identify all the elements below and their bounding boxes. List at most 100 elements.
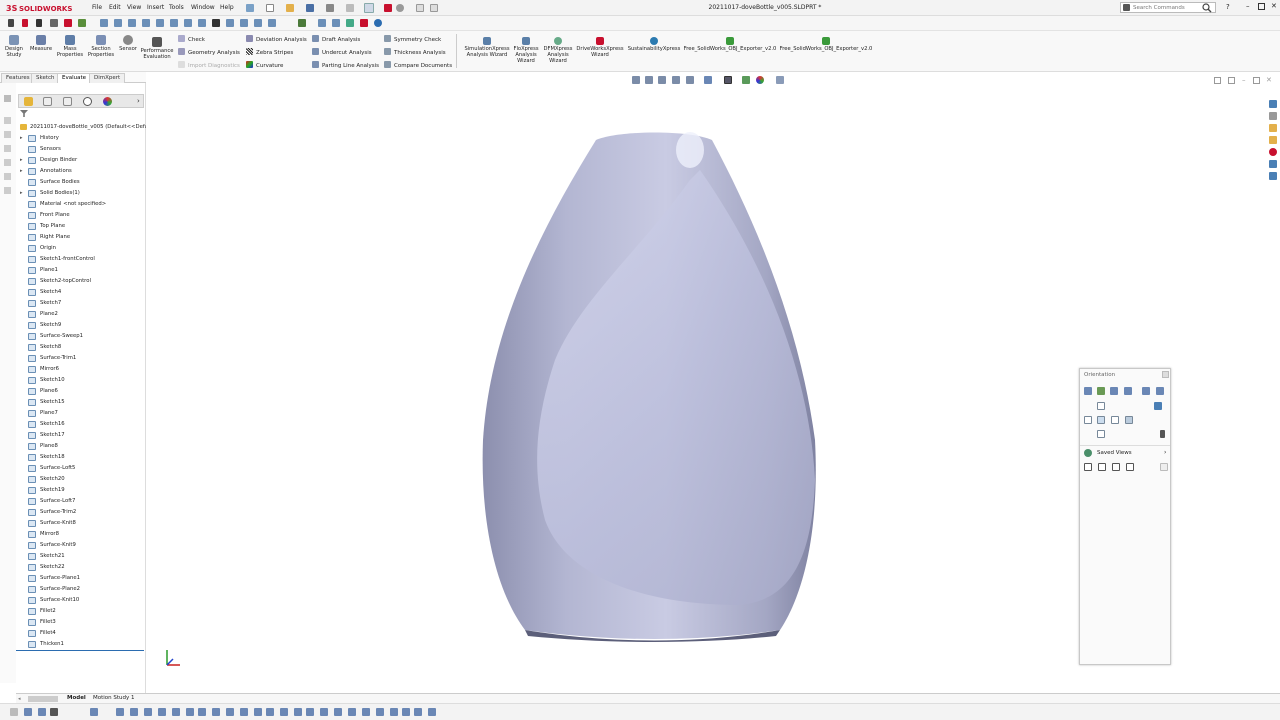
tree-item[interactable]: Material <not specified> — [20, 199, 146, 210]
menu-view[interactable]: View — [127, 4, 141, 11]
appearances-icon[interactable] — [1269, 148, 1277, 156]
status-tool-icon[interactable] — [390, 708, 398, 716]
status-tool-icon[interactable] — [226, 708, 234, 716]
tree-item[interactable]: Sketch22 — [20, 562, 146, 573]
status-tool-icon[interactable] — [158, 708, 166, 716]
home-icon[interactable] — [1269, 100, 1277, 108]
parting-line-analysis-button[interactable]: Parting Line Analysis — [312, 61, 379, 69]
menu-window[interactable]: Window — [191, 4, 215, 11]
view-option-icon[interactable] — [1124, 387, 1132, 395]
zoom-to-fit-icon[interactable] — [632, 76, 640, 84]
open-folder-icon[interactable] — [286, 4, 294, 12]
tab-evaluate[interactable]: Evaluate — [57, 73, 92, 83]
tool-icon[interactable] — [346, 19, 354, 27]
tree-item[interactable]: Sketch9 — [20, 320, 146, 331]
tree-item[interactable]: Mirror6 — [20, 364, 146, 375]
status-tool-icon[interactable] — [116, 708, 124, 716]
thickness-analysis-button[interactable]: Thickness Analysis — [384, 48, 446, 56]
feature-manager-icon[interactable] — [24, 97, 33, 106]
hide-show-icon[interactable] — [742, 76, 750, 84]
tree-item[interactable]: Surface-Loft5 — [20, 463, 146, 474]
tool-icon[interactable] — [240, 19, 248, 27]
strip-icon[interactable] — [4, 187, 11, 194]
status-tool-icon[interactable] — [130, 708, 138, 716]
status-tool-icon[interactable] — [240, 708, 248, 716]
status-tool-icon[interactable] — [280, 708, 288, 716]
tree-item[interactable]: Sketch8 — [20, 342, 146, 353]
tree-item[interactable]: Surface-Knit9 — [20, 540, 146, 551]
tree-root[interactable]: 20211017-doveBottle_v005 (Default<<Defa — [18, 122, 146, 132]
isometric-view-icon[interactable] — [1154, 402, 1162, 410]
pin-icon[interactable] — [246, 4, 254, 12]
stop-icon[interactable] — [22, 19, 28, 27]
tree-item[interactable]: Fillet2 — [20, 606, 146, 617]
tree-item[interactable]: Sketch4 — [20, 287, 146, 298]
view-option-icon[interactable] — [1142, 387, 1150, 395]
normal-to-icon[interactable] — [1160, 430, 1165, 438]
strip-icon[interactable] — [4, 117, 11, 124]
chevron-right-icon[interactable]: › — [137, 97, 140, 105]
tree-item[interactable]: ▸ Annotations — [20, 166, 146, 177]
forum-icon[interactable] — [1269, 172, 1277, 180]
display-style-icon[interactable] — [724, 76, 732, 84]
obj-exporter-button[interactable]: Free_SolidWorks_OBJ_Exporter_v2.0 — [682, 37, 778, 52]
two-view-horizontal-icon[interactable] — [1098, 463, 1106, 471]
search-icon[interactable] — [1202, 3, 1212, 13]
viewport-split-icon[interactable] — [1228, 77, 1235, 84]
tool-icon[interactable] — [254, 19, 262, 27]
tree-item[interactable]: Surface-Plane2 — [20, 584, 146, 595]
tree-item[interactable]: Sketch21 — [20, 551, 146, 562]
status-tool-icon[interactable] — [212, 708, 220, 716]
tab-dimxpert[interactable]: DimXpert — [89, 73, 126, 83]
strip-icon[interactable] — [4, 95, 11, 102]
file-explorer-icon[interactable] — [1269, 136, 1277, 144]
status-tool-icon[interactable] — [402, 708, 410, 716]
status-tool-icon[interactable] — [24, 708, 32, 716]
view-settings-icon[interactable] — [776, 76, 784, 84]
obj-exporter-button-2[interactable]: Free_SolidWorks_OBJ_Exporter_v2.0 — [778, 37, 874, 52]
status-tool-icon[interactable] — [428, 708, 436, 716]
section-view-icon[interactable] — [672, 76, 680, 84]
front-view-icon[interactable] — [1097, 416, 1105, 424]
tree-item[interactable]: Sensors — [20, 144, 146, 155]
status-tool-icon[interactable] — [172, 708, 180, 716]
status-tool-icon[interactable] — [294, 708, 302, 716]
scroll-left-icon[interactable]: ◂ — [18, 696, 21, 702]
viewport-close-icon[interactable]: ✕ — [1266, 76, 1272, 84]
tool-icon[interactable] — [184, 19, 192, 27]
save-icon[interactable] — [306, 4, 314, 12]
view-option-icon[interactable] — [1084, 387, 1092, 395]
tree-item[interactable]: Sketch19 — [20, 485, 146, 496]
menu-file[interactable]: File — [92, 4, 102, 11]
tree-item[interactable]: Plane2 — [20, 309, 146, 320]
viewport-restore-icon[interactable] — [1214, 77, 1221, 84]
tool-icon[interactable] — [318, 19, 326, 27]
tree-item[interactable]: Surface-Trim1 — [20, 353, 146, 364]
tree-item[interactable]: Sketch2-topControl — [20, 276, 146, 287]
tree-item[interactable]: Sketch20 — [20, 474, 146, 485]
close-icon[interactable]: ✕ — [1271, 2, 1277, 10]
tree-item[interactable]: Sketch17 — [20, 430, 146, 441]
strip-icon[interactable] — [4, 159, 11, 166]
tree-item[interactable]: Fillet3 — [20, 617, 146, 628]
chevron-right-icon[interactable]: › — [1164, 449, 1166, 456]
tree-item[interactable]: Top Plane — [20, 221, 146, 232]
tool-icon[interactable] — [100, 19, 108, 27]
dimxpert-manager-icon[interactable] — [83, 97, 92, 106]
file-properties-icon[interactable] — [416, 4, 424, 12]
saved-views-label[interactable]: Saved Views — [1097, 450, 1132, 456]
tool-icon[interactable] — [268, 19, 276, 27]
status-tool-icon[interactable] — [334, 708, 342, 716]
tool-icon[interactable] — [114, 19, 122, 27]
tree-item[interactable]: Surface Bodies — [20, 177, 146, 188]
view-option-icon[interactable] — [1110, 387, 1118, 395]
menu-help[interactable]: Help — [220, 4, 234, 11]
sustainabilityxpress-button[interactable]: SustainabilityXpress — [626, 37, 682, 52]
tree-item[interactable]: Surface-Knit10 — [20, 595, 146, 606]
draft-analysis-button[interactable]: Draft Analysis — [312, 35, 360, 43]
dynamic-annotation-icon[interactable] — [686, 76, 694, 84]
tree-item[interactable]: Surface-Loft7 — [20, 496, 146, 507]
macro-icon[interactable] — [50, 19, 58, 27]
pause-icon[interactable] — [36, 19, 42, 27]
symmetry-check-button[interactable]: Symmetry Check — [384, 35, 441, 43]
